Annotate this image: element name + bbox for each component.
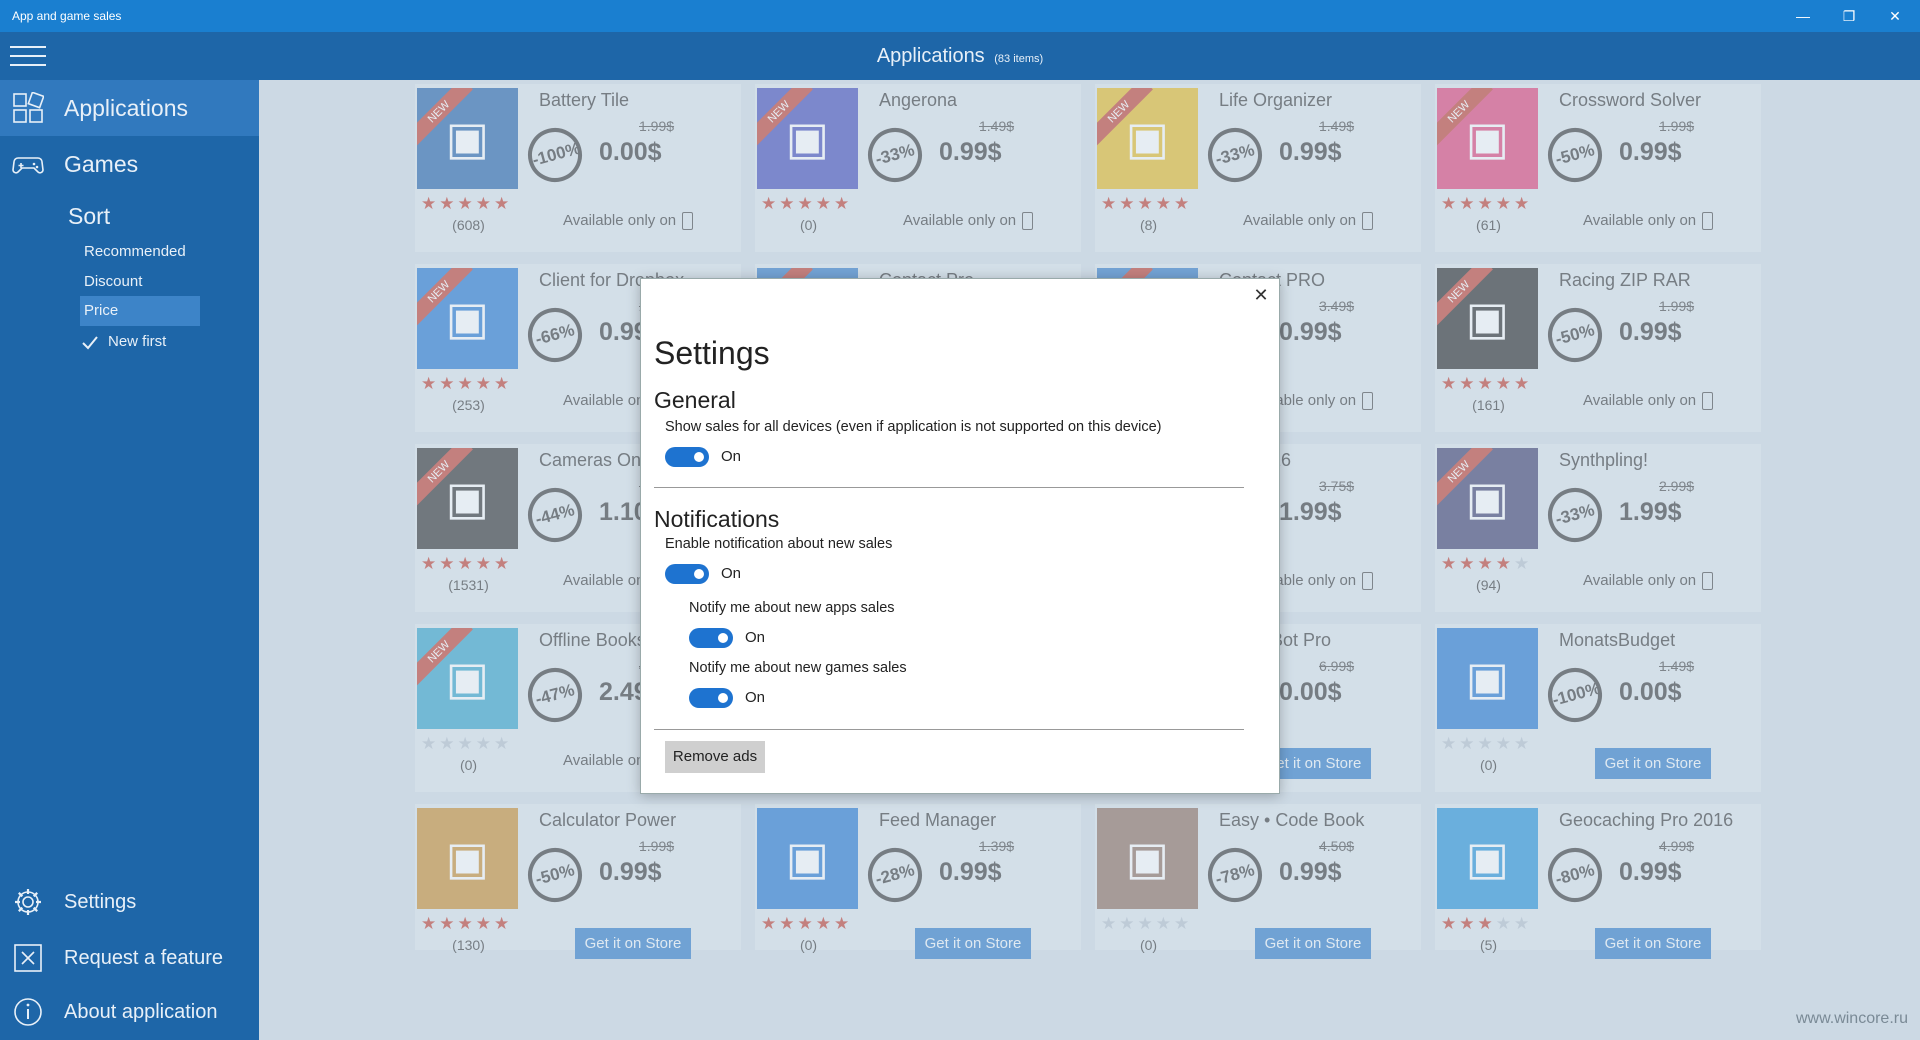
close-button[interactable]: ✕ <box>1872 0 1918 32</box>
games-notify-description: Notify me about new games sales <box>689 660 907 676</box>
sidebar-item-about[interactable]: About application <box>0 984 259 1040</box>
general-description: Show sales for all devices (even if appl… <box>665 419 1162 435</box>
remove-ads-button[interactable]: Remove ads <box>665 741 765 773</box>
new-first-checkbox[interactable] <box>80 333 100 353</box>
divider <box>654 729 1244 730</box>
sidebar-item-label: Games <box>64 151 139 177</box>
sidebar-item-label: Settings <box>64 891 137 913</box>
page-title-text: Applications <box>876 45 985 67</box>
sort-heading: Sort <box>68 203 111 229</box>
maximize-button[interactable]: ❐ <box>1826 0 1872 32</box>
settings-dialog: ✕ Settings General Show sales for all de… <box>640 278 1280 794</box>
new-first-label: New first <box>108 333 167 350</box>
info-icon <box>14 998 42 1026</box>
show-all-devices-toggle[interactable] <box>665 447 709 467</box>
notifications-heading: Notifications <box>654 506 780 532</box>
enable-notifications-toggle[interactable] <box>665 564 709 584</box>
games-notify-toggle[interactable] <box>689 688 733 708</box>
general-heading: General <box>654 387 736 413</box>
item-count: (83 items) <box>994 53 1044 65</box>
toggle-state-label: On <box>745 629 766 646</box>
sidebar-item-label: Request a feature <box>64 947 223 969</box>
sidebar: Applications Games Sort Recommended Disc… <box>0 80 259 1040</box>
toggle-state-label: On <box>721 565 742 582</box>
apps-notify-description: Notify me about new apps sales <box>689 600 895 616</box>
request-feature-icon <box>14 944 42 972</box>
watermark: www.wincore.ru <box>1795 1010 1908 1027</box>
sidebar-item-applications[interactable]: Applications <box>0 80 259 136</box>
applications-icon <box>13 92 44 123</box>
sidebar-item-label: About application <box>64 1001 218 1023</box>
header: Applications (83 items) <box>0 32 1920 80</box>
title-bar: App and game sales — ❐ ✕ <box>0 0 1920 32</box>
page-title: Applications (83 items) <box>0 45 1920 68</box>
sidebar-item-settings[interactable]: Settings <box>0 874 259 930</box>
toggle-state-label: On <box>721 448 742 465</box>
sort-option-discount[interactable]: Discount <box>80 267 200 297</box>
dialog-title: Settings <box>654 335 770 371</box>
apps-notify-toggle[interactable] <box>689 628 733 648</box>
gear-icon <box>15 889 41 915</box>
notifications-description: Enable notification about new sales <box>665 536 893 552</box>
window-title: App and game sales <box>12 9 122 23</box>
sidebar-item-label: Applications <box>64 95 189 121</box>
divider <box>654 487 1244 488</box>
minimize-button[interactable]: — <box>1780 0 1826 32</box>
sidebar-item-request-feature[interactable]: Request a feature <box>0 930 259 986</box>
sidebar-item-games[interactable]: Games <box>0 136 259 192</box>
sort-option-recommended[interactable]: Recommended <box>80 237 200 267</box>
toggle-state-label: On <box>745 689 766 706</box>
sort-option-price[interactable]: Price <box>80 296 200 326</box>
gamepad-icon <box>12 157 44 174</box>
dialog-close-button[interactable]: ✕ <box>1249 283 1273 307</box>
